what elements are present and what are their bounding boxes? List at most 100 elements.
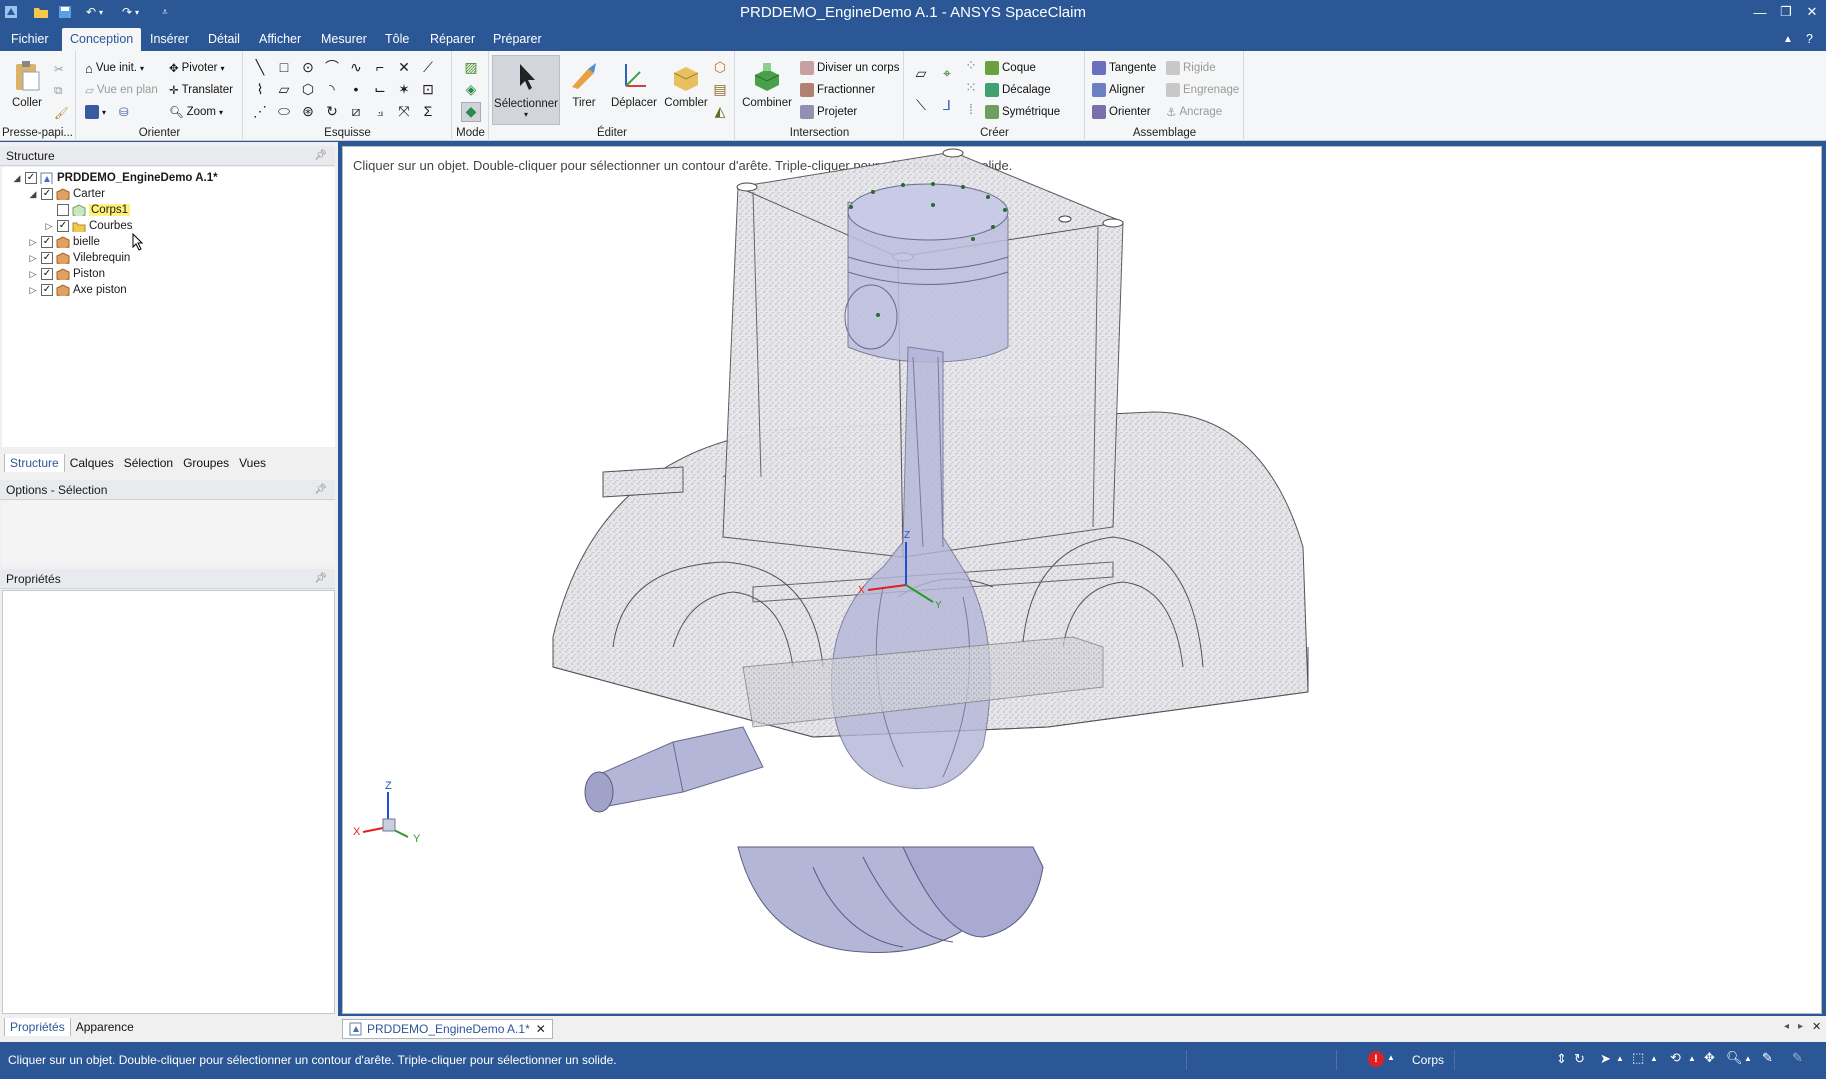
tweak-face-icon[interactable]: ◭ xyxy=(712,103,728,119)
expand-icon[interactable]: ▷ xyxy=(28,285,38,296)
rotate-view-icon[interactable]: ⟲ xyxy=(1670,1050,1681,1066)
pan-up-icon[interactable]: ⇕ xyxy=(1556,1051,1567,1067)
circle-icon[interactable]: ⊙ xyxy=(300,59,316,75)
tree-item-carter[interactable]: ◢ ✓ Carter xyxy=(28,186,105,202)
pin-icon[interactable]: 📌︎ xyxy=(314,146,327,166)
ellipse-icon[interactable]: ⬭ xyxy=(276,103,292,119)
chamfer-icon[interactable]: ⌙ xyxy=(372,81,388,97)
home-view-button[interactable]: ⌂ Vue init. ▾ xyxy=(85,58,144,78)
pin-icon[interactable]: 📌︎ xyxy=(314,569,327,589)
split-body-button[interactable]: Diviser un corps xyxy=(800,58,899,78)
box-select-icon[interactable]: ⬚ xyxy=(1632,1050,1644,1066)
document-tab[interactable]: PRDDEMO_EngineDemo A.1* ✕ xyxy=(342,1019,553,1039)
tab-conception[interactable]: Conception xyxy=(62,28,142,51)
blend-icon[interactable]: ⬡ xyxy=(712,59,728,75)
tree-checkbox[interactable]: ✓ xyxy=(41,284,53,296)
tab-afficher[interactable]: Afficher xyxy=(251,28,309,51)
fill-button[interactable]: Combler xyxy=(662,55,710,121)
tree-item-axe-piston[interactable]: ▷ ✓ Axe piston xyxy=(28,282,127,298)
cut-icon[interactable]: ✂ xyxy=(54,59,64,79)
copy-icon[interactable]: ⧉ xyxy=(54,81,62,101)
tree-item-bielle[interactable]: ▷ ✓ bielle xyxy=(28,234,100,250)
replace-icon[interactable]: ▤ xyxy=(712,81,728,97)
axis-icon[interactable]: ⟍ xyxy=(913,97,929,113)
gear-button[interactable]: Engrenage xyxy=(1166,80,1239,100)
help-icon[interactable]: ? xyxy=(1798,28,1821,51)
format-painter-icon[interactable]: 🖌 xyxy=(54,103,69,123)
tab-scroll-left-icon[interactable]: ◂ xyxy=(1784,1021,1789,1032)
tree-item-vilebrequin[interactable]: ▷ ✓ Vilebrequin xyxy=(28,250,130,266)
plane-icon[interactable]: ▱ xyxy=(913,65,929,81)
pointer-dropdown-icon[interactable]: ▲ xyxy=(1616,1054,1624,1063)
expand-icon[interactable]: ▷ xyxy=(44,221,54,232)
pattern-fill-icon[interactable]: ⁞ xyxy=(963,101,979,117)
three-point-arc-icon[interactable]: ↻ xyxy=(324,103,340,119)
equation-icon[interactable]: Σ xyxy=(420,103,436,119)
tab-detail[interactable]: Détail xyxy=(200,28,248,51)
3d-mode-icon[interactable]: ◆ xyxy=(461,102,481,122)
pivot-button[interactable]: ✥ Pivoter ▾ xyxy=(169,58,224,78)
point-create-icon[interactable]: ⌖ xyxy=(939,65,955,81)
tree-item-piston[interactable]: ▷ ✓ Piston xyxy=(28,266,105,282)
tab-selection[interactable]: Sélection xyxy=(119,454,178,472)
tab-reparer[interactable]: Réparer xyxy=(422,28,483,51)
tab-tole[interactable]: Tôle xyxy=(377,28,417,51)
spline-icon[interactable]: ∿ xyxy=(348,59,364,75)
project-curve-icon[interactable]: ⊡ xyxy=(420,81,436,97)
minimize-icon[interactable]: — xyxy=(1746,0,1774,24)
tree-item-corps1[interactable]: Corps1 xyxy=(44,202,131,218)
view-triad[interactable]: Z X Y xyxy=(353,780,421,845)
move-button[interactable]: Déplacer xyxy=(606,55,662,121)
pull-button[interactable]: Tirer xyxy=(562,55,606,121)
trim-icon[interactable]: ✕ xyxy=(396,59,412,75)
crankshaft-left-stub[interactable] xyxy=(584,726,764,813)
tree-item-courbes[interactable]: ▷ ✓ Courbes xyxy=(44,218,132,234)
tangent-button[interactable]: Tangente xyxy=(1092,58,1156,78)
line-icon[interactable]: ╲ xyxy=(252,59,268,75)
tab-vues[interactable]: Vues xyxy=(234,454,271,472)
paste-button[interactable]: Coller xyxy=(2,55,52,121)
tab-preparer[interactable]: Préparer xyxy=(485,28,550,51)
split-button[interactable]: Fractionner xyxy=(800,80,875,100)
sweep-arc-icon[interactable]: ◝ xyxy=(324,81,340,97)
expand-icon[interactable]: ▷ xyxy=(28,253,38,264)
polygon-icon[interactable]: ▱ xyxy=(276,81,292,97)
zoom-button[interactable]: 🔍︎ Zoom ▾ xyxy=(169,102,223,122)
origin-icon[interactable]: ⅃ xyxy=(939,97,955,113)
pattern-linear-icon[interactable]: ⁘ xyxy=(963,57,979,73)
tab-proprietes[interactable]: Propriétés xyxy=(4,1018,71,1036)
expand-icon[interactable]: ▷ xyxy=(28,269,38,280)
box-select-dropdown-icon[interactable]: ▲ xyxy=(1650,1054,1658,1063)
zoom-dropdown-icon[interactable]: ▲ xyxy=(1744,1054,1752,1063)
tab-inserer[interactable]: Insérer xyxy=(142,28,197,51)
piston[interactable] xyxy=(844,183,1009,363)
tab-groupes[interactable]: Groupes xyxy=(178,454,234,472)
translate-button[interactable]: ✛ Translater xyxy=(169,80,233,100)
tree-item-root[interactable]: ◢ ✓ PRDDEMO_EngineDemo A.1* xyxy=(12,170,218,186)
sketch-mode-icon[interactable]: ▨ xyxy=(463,59,479,75)
point-icon[interactable]: • xyxy=(348,81,364,97)
mirror-button[interactable]: Symétrique xyxy=(985,102,1060,122)
rotate-dropdown-icon[interactable]: ▲ xyxy=(1688,1054,1696,1063)
tree-checkbox[interactable]: ✓ xyxy=(57,220,69,232)
selection-filter[interactable]: Corps xyxy=(1412,1053,1444,1067)
pointer-icon[interactable]: ➤ xyxy=(1600,1051,1611,1067)
shell-button[interactable]: Coque xyxy=(985,58,1036,78)
combine-button[interactable]: Combiner xyxy=(738,55,796,121)
pin-icon[interactable]: 📌︎ xyxy=(314,480,327,500)
engine-model[interactable]: Z X Y Z X Y xyxy=(343,147,1822,1014)
tab-calques[interactable]: Calques xyxy=(65,454,119,472)
view-cube-button[interactable]: ▾ ⛁ xyxy=(85,102,129,122)
spin-icon[interactable]: ↻ xyxy=(1574,1051,1585,1067)
close-icon[interactable]: ✕ xyxy=(1798,0,1826,24)
tree-checkbox[interactable] xyxy=(57,204,69,216)
bend-icon[interactable]: ⟓ xyxy=(372,103,388,119)
tree-checkbox[interactable]: ✓ xyxy=(41,268,53,280)
tree-checkbox[interactable]: ✓ xyxy=(41,188,53,200)
scale-icon[interactable]: ⤧ xyxy=(396,103,412,119)
tab-fichier[interactable]: Fichier xyxy=(3,28,57,51)
error-dropdown-icon[interactable]: ▲ xyxy=(1387,1053,1395,1062)
tab-scroll-right-icon[interactable]: ▸ xyxy=(1798,1021,1803,1032)
zoom-view-icon[interactable]: 🔍︎ xyxy=(1726,1050,1743,1066)
face-curve-icon[interactable]: ⧄ xyxy=(348,103,364,119)
